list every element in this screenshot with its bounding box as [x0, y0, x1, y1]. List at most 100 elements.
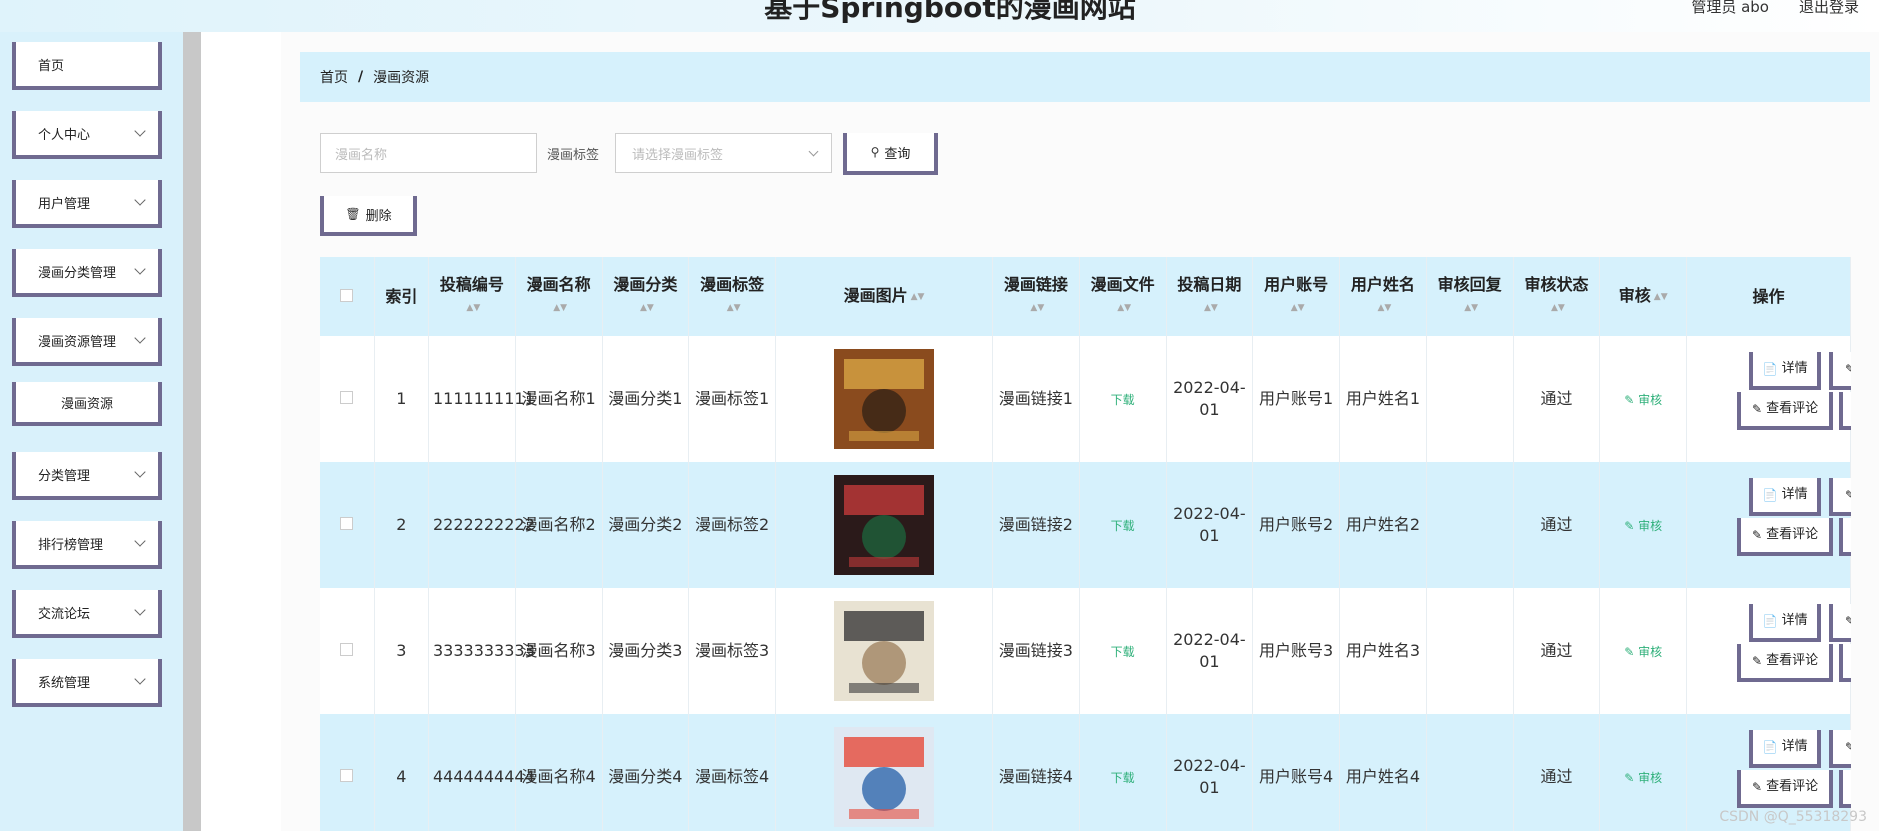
- col-header[interactable]: 漫画链接▲▼: [992, 257, 1080, 336]
- breadcrumb-current: 漫画资源: [373, 70, 430, 86]
- col-header[interactable]: 用户账号▲▼: [1252, 257, 1341, 336]
- username-cell: 用户姓名2: [1339, 462, 1427, 588]
- account-cell: 用户账号4: [1252, 714, 1341, 831]
- select-all-checkbox[interactable]: [340, 288, 354, 302]
- tag-select[interactable]: 请选择漫画标签: [615, 133, 832, 173]
- row-checkbox[interactable]: [340, 769, 354, 782]
- delete-button[interactable]: 🗑删除: [1839, 518, 1851, 556]
- comic-name-input[interactable]: 漫画名称: [320, 133, 537, 173]
- sort-icon[interactable]: ▲▼: [1291, 297, 1305, 319]
- detail-button[interactable]: 📄 详情: [1749, 730, 1822, 768]
- col-header[interactable]: 漫画分类▲▼: [602, 257, 690, 336]
- view-comments-button[interactable]: ✎ 查看评论: [1737, 392, 1834, 430]
- sidebar-item-profile[interactable]: 个人中心: [12, 111, 162, 159]
- col-header[interactable]: 投稿编号▲▼: [428, 257, 516, 336]
- file-cell: 下载: [1079, 462, 1167, 588]
- index-cell: 2: [374, 462, 429, 588]
- audit-link[interactable]: ✎ 审核: [1624, 519, 1662, 533]
- row-select-cell[interactable]: [320, 588, 375, 714]
- detail-button[interactable]: 📄 详情: [1749, 352, 1822, 390]
- download-link[interactable]: 下载: [1111, 645, 1135, 659]
- sort-icon[interactable]: ▲▼: [1030, 297, 1044, 319]
- view-comments-button[interactable]: ✎ 查看评论: [1737, 644, 1834, 682]
- audit-link[interactable]: ✎ 审核: [1624, 393, 1662, 407]
- edit-icon: ✎: [1624, 644, 1635, 659]
- download-link[interactable]: 下载: [1111, 393, 1135, 407]
- row-select-cell[interactable]: [320, 336, 375, 462]
- sidebar-item-comic-categories[interactable]: 漫画分类管理: [12, 249, 162, 297]
- view-comments-button[interactable]: ✎ 查看评论: [1737, 770, 1834, 808]
- bulk-delete-button[interactable]: 🗑 删除: [320, 196, 417, 236]
- row-checkbox[interactable]: [340, 643, 354, 656]
- reply-cell: [1426, 714, 1514, 831]
- row-checkbox[interactable]: [340, 391, 354, 404]
- sort-icon[interactable]: ▲▼: [1204, 297, 1218, 319]
- category-cell: 漫画分类1: [602, 336, 690, 462]
- col-header[interactable]: 漫画名称▲▼: [515, 257, 603, 336]
- bulk-delete-label: 删除: [365, 208, 392, 224]
- sidebar-item-category-mgmt[interactable]: 分类管理: [12, 452, 162, 500]
- select-all-cell[interactable]: [320, 257, 375, 336]
- sidebar-item-comic-resources-mgmt[interactable]: 漫画资源管理: [12, 318, 162, 366]
- sidebar-item-users[interactable]: 用户管理: [12, 180, 162, 228]
- download-link[interactable]: 下载: [1111, 519, 1135, 533]
- detail-button[interactable]: 📄 详情: [1749, 478, 1822, 516]
- pencil-icon: ✎: [1845, 614, 1851, 628]
- edit-button[interactable]: ✎修改: [1829, 730, 1851, 768]
- sidebar-item-ranking[interactable]: 排行榜管理: [12, 521, 162, 569]
- sidebar-item-forum[interactable]: 交流论坛: [12, 590, 162, 638]
- status-cell: 通过: [1513, 462, 1601, 588]
- sort-icon[interactable]: ▲▼: [1464, 297, 1478, 319]
- ops-cell: 📄详情 ✎修改✎查看评论 🗑删除: [1686, 336, 1851, 462]
- col-header[interactable]: 审核回复▲▼: [1426, 257, 1514, 336]
- row-checkbox[interactable]: [340, 517, 354, 530]
- audit-cell: ✎ 审核: [1599, 462, 1688, 588]
- col-header[interactable]: 投稿日期▲▼: [1166, 257, 1254, 336]
- comic-name-placeholder: 漫画名称: [335, 147, 388, 163]
- delete-button[interactable]: 🗑删除: [1839, 392, 1851, 430]
- sort-icon[interactable]: ▲▼: [640, 297, 654, 319]
- sort-icon[interactable]: ▲▼: [553, 297, 567, 319]
- sort-icon[interactable]: ▲▼: [1377, 297, 1391, 319]
- sidebar-scrollbar[interactable]: [183, 32, 201, 831]
- view-comments-button[interactable]: ✎ 查看评论: [1737, 518, 1834, 556]
- breadcrumb: 首页 / 漫画资源: [300, 52, 1870, 102]
- status-cell: 通过: [1513, 336, 1601, 462]
- audit-link[interactable]: ✎ 审核: [1624, 645, 1662, 659]
- edit-button[interactable]: ✎修改: [1829, 352, 1851, 390]
- sort-icon[interactable]: ▲▼: [1117, 297, 1131, 319]
- logout-link[interactable]: 退出登录: [1799, 0, 1859, 17]
- detail-button[interactable]: 📄 详情: [1749, 604, 1822, 642]
- sort-icon[interactable]: ▲▼: [1654, 286, 1668, 308]
- col-header[interactable]: 审核 ▲▼: [1599, 257, 1688, 336]
- sidebar-item-home[interactable]: 首页: [12, 42, 162, 90]
- sort-icon[interactable]: ▲▼: [466, 297, 480, 319]
- row-select-cell[interactable]: [320, 462, 375, 588]
- col-header[interactable]: 漫画文件▲▼: [1079, 257, 1167, 336]
- document-icon: 📄: [1762, 614, 1778, 628]
- sidebar-item-system[interactable]: 系统管理: [12, 659, 162, 707]
- breadcrumb-home[interactable]: 首页: [320, 67, 348, 87]
- sort-icon[interactable]: ▲▼: [911, 286, 925, 308]
- row-select-cell[interactable]: [320, 714, 375, 831]
- sort-icon[interactable]: ▲▼: [727, 297, 741, 319]
- sort-icon[interactable]: ▲▼: [1551, 297, 1565, 319]
- delete-button[interactable]: 🗑删除: [1839, 770, 1851, 808]
- edit-button[interactable]: ✎修改: [1829, 478, 1851, 516]
- ops-cell: 📄详情 ✎修改✎查看评论 🗑删除: [1686, 462, 1851, 588]
- account-cell: 用户账号1: [1252, 336, 1341, 462]
- name-cell: 漫画名称1: [515, 336, 603, 462]
- tag-cell: 漫画标签3: [688, 588, 777, 714]
- col-header[interactable]: 漫画标签▲▼: [688, 257, 777, 336]
- query-button[interactable]: ⚲ 查询: [843, 133, 938, 175]
- name-cell: 漫画名称3: [515, 588, 603, 714]
- col-header[interactable]: 漫画图片 ▲▼: [775, 257, 993, 336]
- sidebar-subitem-comic-resources[interactable]: 漫画资源: [12, 382, 162, 426]
- document-icon: 📄: [1762, 488, 1778, 502]
- audit-link[interactable]: ✎ 审核: [1624, 771, 1662, 785]
- download-link[interactable]: 下载: [1111, 771, 1135, 785]
- edit-button[interactable]: ✎修改: [1829, 604, 1851, 642]
- delete-button[interactable]: 🗑删除: [1839, 644, 1851, 682]
- col-header[interactable]: 审核状态▲▼: [1513, 257, 1601, 336]
- col-header[interactable]: 用户姓名▲▼: [1339, 257, 1427, 336]
